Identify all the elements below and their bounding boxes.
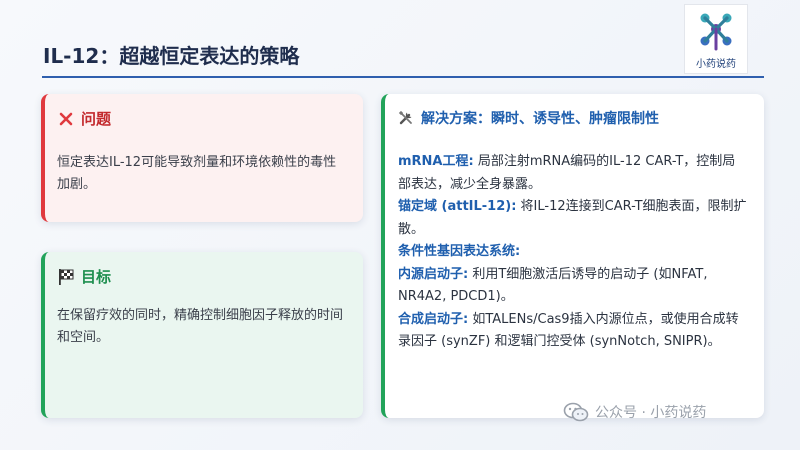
solution-subheading: 条件性基因表达系统:	[398, 244, 521, 259]
title-divider	[42, 76, 764, 78]
problem-title: 问题	[81, 110, 112, 128]
checkered-flag-icon	[57, 268, 75, 286]
solution-body: mRNA工程: 局部注射mRNA编码的IL-12 CAR-T，控制局部表达，减少…	[398, 151, 748, 354]
slide-title: IL-12：超越恒定表达的策略	[43, 44, 300, 68]
solution-item-mrna: mRNA工程: 局部注射mRNA编码的IL-12 CAR-T，控制局部表达，减少…	[398, 151, 748, 196]
solution-title: 解决方案：瞬时、诱导性、肿瘤限制性	[421, 111, 659, 127]
tools-icon	[397, 109, 415, 127]
problem-body: 恒定表达IL-12可能导致剂量和环境依赖性的毒性加剧。	[57, 155, 337, 192]
solution-subitem-term: 合成启动子:	[398, 311, 469, 327]
logo: 小药说药	[684, 4, 748, 74]
x-icon	[57, 110, 75, 128]
solution-header: 解决方案：瞬时、诱导性、肿瘤限制性	[397, 108, 659, 128]
solution-item-anchor: 锚定域 (attIL-12): 将IL-12连接到CAR-T细胞表面，限制扩散。	[398, 196, 748, 241]
goal-card: 目标 在保留疗效的同时，精确控制细胞因子释放的时间和空间。	[41, 252, 363, 418]
solution-item-term: mRNA工程:	[398, 154, 474, 169]
goal-body: 在保留疗效的同时，精确控制细胞因子释放的时间和空间。	[57, 308, 344, 345]
solution-card: 解决方案：瞬时、诱导性、肿瘤限制性 mRNA工程: 局部注射mRNA编码的IL-…	[381, 94, 764, 418]
logo-text: 小药说药	[696, 59, 736, 70]
solution-subitem-term: 内源启动子:	[398, 266, 469, 282]
problem-card: 问题 恒定表达IL-12可能导致剂量和环境依赖性的毒性加剧。	[41, 94, 363, 222]
goal-title: 目标	[81, 268, 112, 286]
problem-header: 问题	[57, 108, 111, 129]
solution-item-term: 锚定域 (attIL-12):	[398, 199, 517, 214]
logo-mark-icon	[700, 13, 732, 51]
goal-header: 目标	[57, 266, 111, 287]
wechat-icon	[563, 402, 589, 422]
watermark: 公众号 · 小药说药	[563, 402, 706, 422]
watermark-text: 公众号 · 小药说药	[595, 405, 707, 421]
solution-subitem-synthetic: 合成启动子: 如TALENs/Cas9插入内源位点，或使用合成转录因子 (syn…	[398, 309, 748, 354]
solution-subitem-endogenous: 内源启动子: 利用T细胞激活后诱导的启动子 (如NFAT, NR4A2, PDC…	[398, 264, 748, 309]
